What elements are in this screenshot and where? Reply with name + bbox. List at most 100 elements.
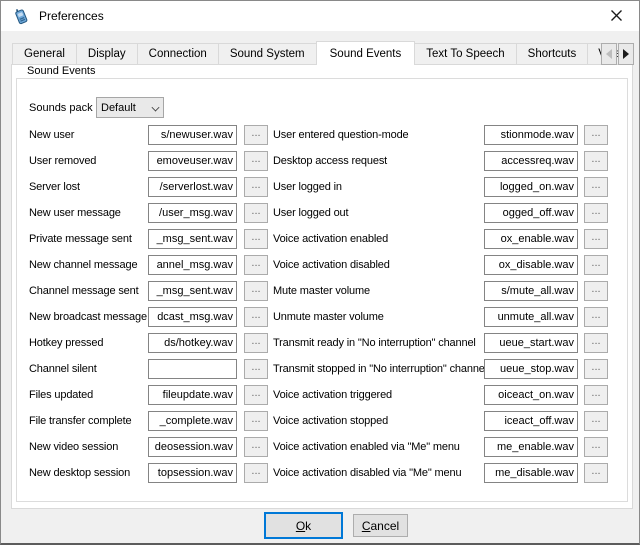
- event-label: Voice activation disabled via "Me" menu: [273, 463, 461, 483]
- sound-file-input[interactable]: [484, 151, 578, 171]
- sound-file-input[interactable]: [484, 411, 578, 431]
- browse-button[interactable]: ...: [244, 151, 268, 171]
- event-label: Hotkey pressed: [29, 333, 103, 353]
- browse-button[interactable]: ...: [584, 177, 608, 197]
- sound-file-input[interactable]: [484, 359, 578, 379]
- sound-file-input[interactable]: [484, 255, 578, 275]
- browse-button[interactable]: ...: [584, 463, 608, 483]
- sound-file-input[interactable]: [148, 229, 237, 249]
- sound-file-input[interactable]: [148, 359, 237, 379]
- sound-file-input[interactable]: [148, 281, 237, 301]
- sound-file-input[interactable]: [148, 203, 237, 223]
- close-button[interactable]: [594, 1, 639, 30]
- cancel-button-label: Cancel: [362, 519, 399, 533]
- browse-button[interactable]: ...: [244, 307, 268, 327]
- sound-file-input[interactable]: [148, 411, 237, 431]
- event-label: Voice activation enabled via "Me" menu: [273, 437, 460, 457]
- sound-file-input[interactable]: [484, 203, 578, 223]
- sound-event-row: Hotkey pressed...Transmit ready in "No i…: [1, 333, 640, 353]
- tab-scroll-right-icon: [623, 49, 629, 59]
- tab-scroll-right-button[interactable]: [618, 43, 634, 65]
- tab-display[interactable]: Display: [76, 43, 138, 65]
- event-label: New desktop session: [29, 463, 130, 483]
- browse-button[interactable]: ...: [584, 151, 608, 171]
- browse-button[interactable]: ...: [244, 411, 268, 431]
- event-label: User logged out: [273, 203, 348, 223]
- event-label: User removed: [29, 151, 96, 171]
- sound-file-input[interactable]: [484, 307, 578, 327]
- sound-event-row: Channel message sent...Mute master volum…: [1, 281, 640, 301]
- close-icon: [610, 9, 623, 22]
- browse-button[interactable]: ...: [584, 203, 608, 223]
- browse-button[interactable]: ...: [584, 229, 608, 249]
- sound-event-row: File transfer complete...Voice activatio…: [1, 411, 640, 431]
- tab-general[interactable]: General: [12, 43, 77, 65]
- browse-button[interactable]: ...: [244, 203, 268, 223]
- tab-scroll-left-icon: [606, 49, 612, 59]
- browse-button[interactable]: ...: [244, 333, 268, 353]
- app-icon: [12, 7, 30, 25]
- sound-file-input[interactable]: [484, 385, 578, 405]
- event-label: New user: [29, 125, 74, 145]
- event-label: User entered question-mode: [273, 125, 409, 145]
- sound-file-input[interactable]: [148, 177, 237, 197]
- event-label: Private message sent: [29, 229, 132, 249]
- sound-event-row: New user message...User logged out...: [1, 203, 640, 223]
- sound-file-input[interactable]: [484, 177, 578, 197]
- browse-button[interactable]: ...: [244, 177, 268, 197]
- browse-button[interactable]: ...: [584, 385, 608, 405]
- browse-button[interactable]: ...: [584, 125, 608, 145]
- sound-file-input[interactable]: [148, 125, 237, 145]
- sound-file-input[interactable]: [484, 229, 578, 249]
- browse-button[interactable]: ...: [244, 359, 268, 379]
- sound-file-input[interactable]: [148, 255, 237, 275]
- tab-shortcuts[interactable]: Shortcuts: [516, 43, 589, 65]
- sound-file-input[interactable]: [148, 307, 237, 327]
- sounds-pack-select[interactable]: Default: [96, 97, 164, 118]
- browse-button[interactable]: ...: [244, 385, 268, 405]
- sound-event-row: New broadcast message...Unmute master vo…: [1, 307, 640, 327]
- sound-file-input[interactable]: [148, 385, 237, 405]
- chevron-down-icon: [151, 102, 159, 110]
- event-label: Mute master volume: [273, 281, 370, 301]
- sound-file-input[interactable]: [148, 151, 237, 171]
- tab-connection[interactable]: Connection: [137, 43, 219, 65]
- sound-file-input[interactable]: [148, 463, 237, 483]
- tab-text-to-speech[interactable]: Text To Speech: [414, 43, 516, 65]
- sound-file-input[interactable]: [148, 437, 237, 457]
- browse-button[interactable]: ...: [244, 437, 268, 457]
- browse-button[interactable]: ...: [584, 411, 608, 431]
- sound-event-row: Channel silent...Transmit stopped in "No…: [1, 359, 640, 379]
- sound-file-input[interactable]: [484, 463, 578, 483]
- sound-event-row: Private message sent...Voice activation …: [1, 229, 640, 249]
- browse-button[interactable]: ...: [584, 437, 608, 457]
- event-label: Voice activation enabled: [273, 229, 388, 249]
- event-label: Server lost: [29, 177, 80, 197]
- browse-button[interactable]: ...: [584, 281, 608, 301]
- browse-button[interactable]: ...: [584, 359, 608, 379]
- event-label: Channel silent: [29, 359, 97, 379]
- sound-file-input[interactable]: [484, 333, 578, 353]
- browse-button[interactable]: ...: [244, 255, 268, 275]
- event-label: Transmit stopped in "No interruption" ch…: [273, 359, 487, 379]
- tab-sound-system[interactable]: Sound System: [218, 43, 317, 65]
- browse-button[interactable]: ...: [244, 125, 268, 145]
- browse-button[interactable]: ...: [244, 229, 268, 249]
- tab-scroll-left-button[interactable]: [601, 43, 617, 65]
- browse-button[interactable]: ...: [584, 333, 608, 353]
- sound-file-input[interactable]: [484, 281, 578, 301]
- browse-button[interactable]: ...: [244, 281, 268, 301]
- event-label: Voice activation stopped: [273, 411, 388, 431]
- sound-file-input[interactable]: [148, 333, 237, 353]
- ok-button[interactable]: Ok: [264, 512, 343, 539]
- title-bar: Preferences: [1, 1, 639, 31]
- sound-file-input[interactable]: [484, 125, 578, 145]
- browse-button[interactable]: ...: [584, 255, 608, 275]
- browse-button[interactable]: ...: [244, 463, 268, 483]
- tab-sound-events[interactable]: Sound Events: [316, 41, 416, 65]
- browse-button[interactable]: ...: [584, 307, 608, 327]
- event-label: Channel message sent: [29, 281, 139, 301]
- tab-bar: GeneralDisplayConnectionSound SystemSoun…: [12, 41, 626, 65]
- sound-file-input[interactable]: [484, 437, 578, 457]
- cancel-button[interactable]: Cancel: [353, 514, 408, 537]
